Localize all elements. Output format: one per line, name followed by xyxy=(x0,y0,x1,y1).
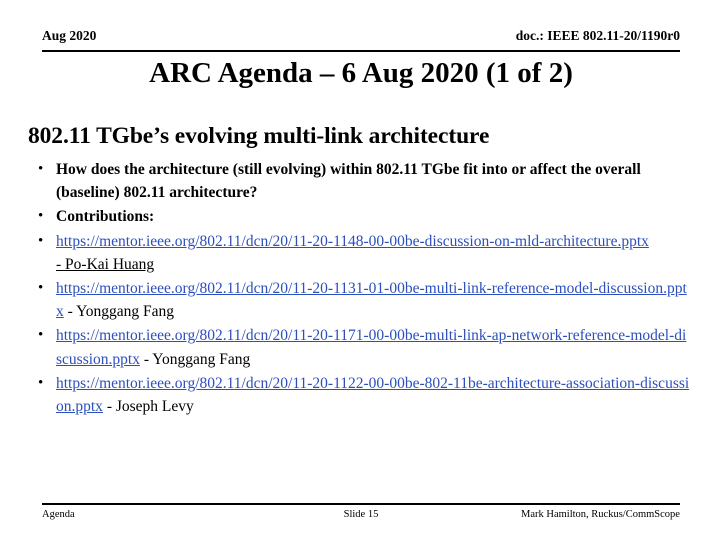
slide-footer: Agenda Slide 15 Mark Hamilton, Ruckus/Co… xyxy=(42,503,680,521)
contribution-author: - Joseph Levy xyxy=(102,398,194,416)
header-document-number: doc.: IEEE 802.11-20/1190r0 xyxy=(515,28,680,43)
contribution-author: - Yonggang Fang xyxy=(63,303,174,321)
slide-header: Aug 2020 doc.: IEEE 802.11-20/1190r0 xyxy=(42,28,680,52)
slide-body: 802.11 TGbe’s evolving multi-link archit… xyxy=(28,122,692,419)
section-heading: 802.11 TGbe’s evolving multi-link archit… xyxy=(28,123,490,149)
bullet-item: • Contributions: xyxy=(28,205,692,228)
bullet-dot-icon: • xyxy=(38,327,44,344)
bullet-item: • https://mentor.ieee.org/802.11/dcn/20/1… xyxy=(28,277,692,323)
slide: Aug 2020 doc.: IEEE 802.11-20/1190r0 ARC… xyxy=(0,0,720,540)
bullet-text: How does the architecture (still evolvin… xyxy=(56,161,641,202)
footer-slide-number: Slide 15 xyxy=(343,509,379,520)
bullet-list: • How does the architecture (still evolvi… xyxy=(28,158,692,418)
contribution-link[interactable]: https://mentor.ieee.org/802.11/dcn/20/11… xyxy=(56,233,649,250)
contribution-author: - Po-Kai Huang xyxy=(56,255,155,273)
bullet-text: Contributions: xyxy=(56,208,155,226)
contribution-author: - Yonggang Fang xyxy=(139,350,251,368)
footer-author-affiliation: Mark Hamilton, Ruckus/CommScope xyxy=(521,509,680,520)
bullet-dot-icon: • xyxy=(38,208,44,225)
bullet-dot-icon: • xyxy=(38,280,44,297)
bullet-dot-icon: • xyxy=(38,161,44,177)
header-date: Aug 2020 xyxy=(42,28,97,43)
bullet-item: • https://mentor.ieee.org/802.11/dcn/20/1… xyxy=(28,230,692,276)
bullet-item: • https://mentor.ieee.org/802.11/dcn/20/1… xyxy=(28,324,692,370)
bullet-item: • How does the architecture (still evolvi… xyxy=(28,158,692,204)
bullet-dot-icon: • xyxy=(38,374,44,391)
footer-left-label: Agenda xyxy=(42,509,75,520)
page-title: ARC Agenda – 6 Aug 2020 (1 of 2) xyxy=(149,57,573,89)
bullet-item: • https://mentor.ieee.org/802.11/dcn/20/1… xyxy=(28,372,692,418)
bullet-dot-icon: • xyxy=(38,232,44,249)
